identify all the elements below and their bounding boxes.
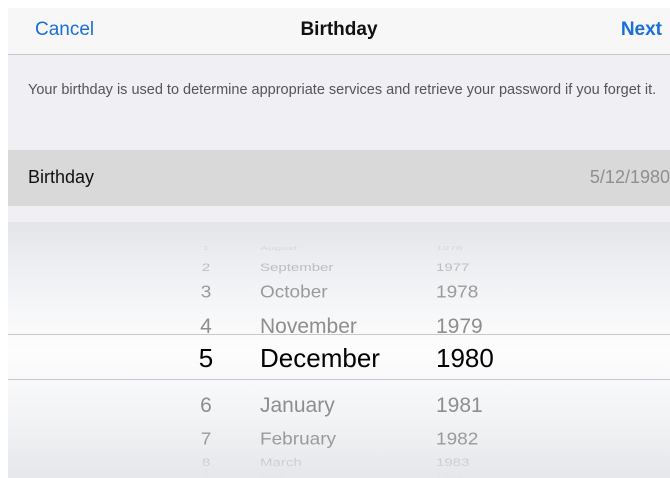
page-title: Birthday — [300, 19, 378, 40]
birthday-row[interactable]: Birthday 5/12/1980 — [8, 150, 670, 206]
picker-day-option[interactable]: 2 — [186, 261, 226, 272]
picker-year-option[interactable]: 1978 — [436, 283, 478, 300]
birthday-row-label: Birthday — [28, 167, 95, 187]
picker-bottom-fade — [8, 448, 670, 478]
picker-year-option[interactable]: 1977 — [436, 261, 469, 272]
picker-day-option[interactable]: 3 — [186, 283, 226, 300]
picker-day-option[interactable]: 1 — [186, 245, 226, 250]
picker-month-selected[interactable]: December — [260, 345, 380, 371]
picker-day-option[interactable]: 9 — [186, 474, 226, 478]
picker-day-option[interactable]: 7 — [186, 430, 226, 447]
navigation-bar: Cancel Birthday Next — [8, 8, 670, 55]
picker-year-selected[interactable]: 1980 — [436, 345, 494, 371]
picker-day-option[interactable]: 8 — [186, 456, 226, 467]
picker-month-option[interactable]: October — [260, 283, 328, 300]
picker-selection-bottom-line — [8, 379, 670, 380]
birthday-description: Your birthday is used to determine appro… — [28, 82, 657, 98]
next-button[interactable]: Next — [621, 19, 662, 41]
picker-year-option[interactable]: 1981 — [436, 395, 483, 416]
picker-month-option[interactable]: March — [260, 456, 302, 467]
picker-month-option[interactable]: January — [260, 395, 335, 416]
picker-month-option[interactable]: August — [260, 245, 297, 250]
date-picker[interactable]: 1 2 3 4 5 6 7 8 9 August September October November D… — [8, 222, 670, 478]
settings-screen: Cancel Birthday Next Your birthday is us… — [8, 8, 670, 478]
picker-year-option[interactable]: 1976 — [436, 245, 463, 250]
picker-month-option[interactable]: November — [260, 316, 357, 337]
picker-year-option[interactable]: 1983 — [436, 456, 469, 467]
picker-year-option[interactable]: 1979 — [436, 316, 483, 337]
picker-month-option[interactable]: September — [260, 261, 333, 272]
picker-year-option[interactable]: 1982 — [436, 430, 478, 447]
picker-year-option[interactable]: 1984 — [436, 474, 463, 478]
picker-day-selected[interactable]: 5 — [186, 345, 226, 371]
birthday-row-value: 5/12/1980 — [589, 167, 670, 187]
picker-day-option[interactable]: 6 — [186, 395, 226, 416]
picker-day-option[interactable]: 4 — [186, 316, 226, 337]
picker-month-option[interactable]: February — [260, 430, 336, 447]
picker-month-option[interactable]: April — [260, 474, 284, 478]
picker-top-fade — [8, 222, 670, 252]
